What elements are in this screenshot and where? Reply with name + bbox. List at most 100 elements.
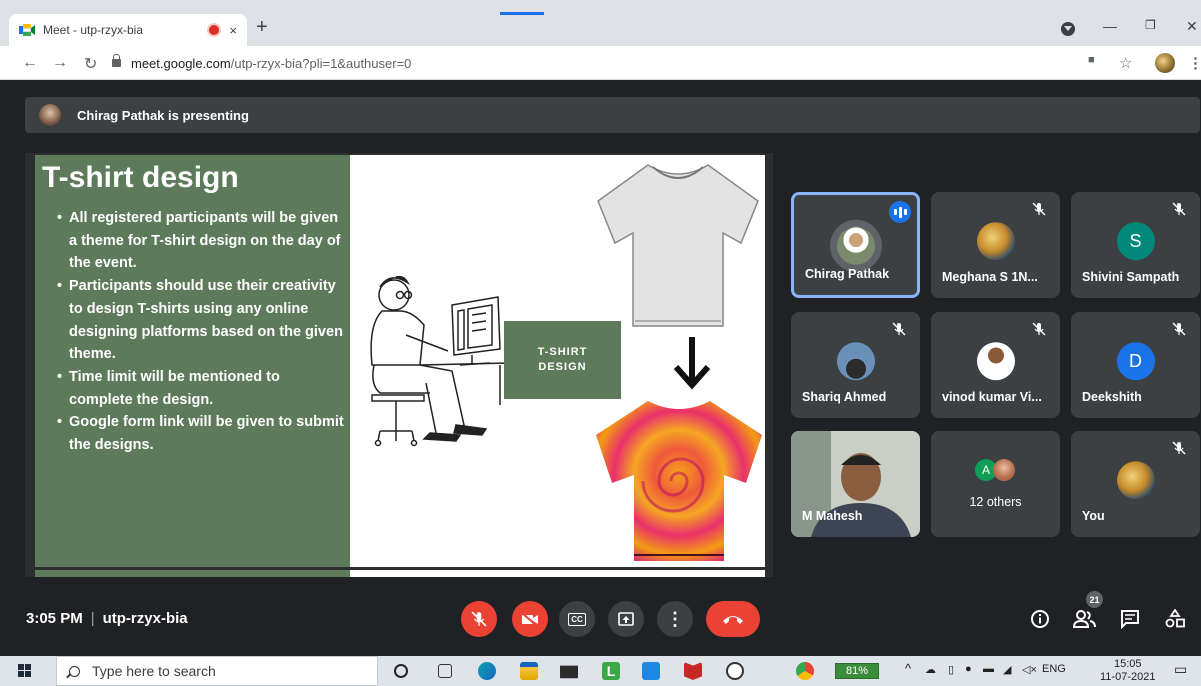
- windows-start-icon[interactable]: [18, 664, 32, 678]
- participant-name: Deekshith: [1082, 390, 1142, 404]
- self-tile[interactable]: You: [1071, 431, 1200, 537]
- slide-bullet: Google form link will be given to submit…: [57, 411, 347, 456]
- reload-icon[interactable]: ↻: [84, 54, 97, 74]
- tab-title: Meet - utp-rzyx-bia: [43, 23, 144, 37]
- tab-close-icon[interactable]: ×: [229, 23, 237, 38]
- download-icon[interactable]: [1061, 22, 1075, 36]
- tie-dye-tshirt-image: [596, 401, 762, 561]
- mic-tray-icon[interactable]: ●: [965, 663, 972, 675]
- browser-tab[interactable]: Meet - utp-rzyx-bia ×: [9, 14, 247, 46]
- self-avatar: [1116, 461, 1155, 500]
- url-domain: meet.google.com: [131, 55, 231, 71]
- loading-indicator: [500, 12, 544, 15]
- windows-taskbar: Type here to search L 81% ^ ☁ ▯ ● ▬ ◢ ◁×…: [0, 656, 1201, 686]
- activities-icon[interactable]: [1165, 609, 1185, 629]
- volume-icon[interactable]: ◁×: [1022, 663, 1037, 676]
- mic-muted-icon: [1172, 322, 1186, 336]
- more-options-button[interactable]: ⋮: [657, 601, 693, 637]
- url-path: /utp-rzyx-bia?pli=1&authuser=0: [230, 55, 412, 71]
- camera-icon[interactable]: ■: [1088, 54, 1095, 66]
- menu-dots-icon[interactable]: ⋮: [1188, 54, 1201, 72]
- leave-call-button[interactable]: [706, 601, 760, 637]
- wifi-icon[interactable]: ◢: [1003, 663, 1011, 676]
- camera-off-icon: [521, 612, 538, 627]
- participant-tile[interactable]: Shariq Ahmed: [791, 312, 920, 418]
- close-window-button[interactable]: ✕: [1186, 18, 1198, 35]
- present-now-button[interactable]: [608, 601, 644, 637]
- people-icon[interactable]: [1073, 609, 1097, 629]
- browser-tab-strip: Meet - utp-rzyx-bia × + — ❐ ✕: [0, 0, 1201, 46]
- box-label-line2: DESIGN: [538, 361, 587, 373]
- participant-avatar: [976, 222, 1015, 261]
- participant-initial-avatar: D: [1116, 342, 1155, 381]
- self-name: You: [1082, 509, 1105, 523]
- participant-tile[interactable]: Chirag Pathak: [791, 192, 920, 298]
- participant-initial-avatar: S: [1116, 222, 1155, 261]
- participant-name: vinod kumar Vi...: [942, 390, 1042, 404]
- bookmark-star-icon[interactable]: ☆: [1119, 54, 1132, 72]
- presenting-text: Chirag Pathak is presenting: [77, 107, 249, 123]
- meeting-info: 3:05 PM | utp-rzyx-bia: [26, 610, 188, 627]
- mail-icon[interactable]: [560, 665, 578, 679]
- new-tab-button[interactable]: +: [256, 16, 268, 39]
- battery-indicator[interactable]: 81%: [835, 663, 879, 679]
- tshirt-design-box: T-SHIRT DESIGN: [504, 321, 621, 399]
- battery-tray-icon[interactable]: ▬: [983, 663, 994, 675]
- others-tile[interactable]: A 12 others: [931, 431, 1060, 537]
- app-icon[interactable]: [726, 662, 744, 680]
- maximize-button[interactable]: ❐: [1145, 18, 1156, 32]
- search-placeholder: Type here to search: [92, 663, 216, 679]
- minimize-button[interactable]: —: [1103, 18, 1117, 34]
- outlook-icon[interactable]: [642, 662, 660, 680]
- slide-bullets: All registered participants will be give…: [57, 207, 347, 457]
- tray-app-icon[interactable]: ▯: [948, 663, 954, 676]
- language-indicator[interactable]: ENG: [1042, 663, 1066, 675]
- onedrive-icon[interactable]: ☁: [925, 663, 936, 676]
- taskbar-search-box[interactable]: Type here to search: [56, 656, 378, 686]
- more-vert-icon: ⋮: [666, 608, 684, 629]
- tray-expand-icon[interactable]: ^: [905, 661, 911, 676]
- notifications-icon[interactable]: ▭: [1174, 661, 1187, 678]
- clock-time: 15:05: [1113, 658, 1142, 670]
- profile-avatar[interactable]: [1155, 53, 1175, 73]
- participant-tile[interactable]: S Shivini Sampath: [1071, 192, 1200, 298]
- participant-avatar: [836, 342, 875, 381]
- presenting-banner: Chirag Pathak is presenting: [25, 97, 1200, 133]
- slide-bullet: Time limit will be mentioned to complete…: [57, 366, 347, 411]
- mic-muted-icon: [1032, 202, 1046, 216]
- participant-name: Shariq Ahmed: [802, 390, 887, 404]
- file-explorer-icon[interactable]: [520, 662, 538, 680]
- mic-muted-icon: [1172, 441, 1186, 455]
- chat-icon[interactable]: [1120, 609, 1140, 629]
- captions-icon: CC: [568, 612, 586, 626]
- lock-icon: [112, 54, 121, 67]
- mic-off-button[interactable]: [461, 601, 497, 637]
- app-l-icon[interactable]: L: [602, 662, 620, 680]
- cortana-icon[interactable]: [394, 664, 408, 678]
- box-label-line1: T-SHIRT: [537, 346, 588, 358]
- camera-off-button[interactable]: [512, 601, 548, 637]
- url-field[interactable]: meet.google.com/utp-rzyx-bia?pli=1&authu…: [112, 50, 1112, 76]
- chrome-icon[interactable]: [796, 662, 814, 680]
- slide-title: T-shirt design: [42, 161, 239, 194]
- next-slide-edge: [35, 570, 765, 577]
- mic-muted-icon: [892, 322, 906, 336]
- participant-tile[interactable]: Meghana S 1N...: [931, 192, 1060, 298]
- participant-tile[interactable]: D Deekshith: [1071, 312, 1200, 418]
- participant-name: Chirag Pathak: [805, 267, 890, 281]
- captions-button[interactable]: CC: [559, 601, 595, 637]
- task-view-icon[interactable]: [438, 664, 452, 678]
- participant-avatar: [829, 219, 882, 272]
- mcafee-icon[interactable]: [684, 662, 702, 680]
- present-icon: [618, 612, 634, 626]
- participant-avatar: [976, 342, 1015, 381]
- meeting-details-icon[interactable]: [1030, 609, 1050, 629]
- forward-icon[interactable]: →: [52, 54, 68, 72]
- back-icon[interactable]: ←: [22, 54, 38, 72]
- clock-date: 11-07-2021: [1100, 671, 1156, 683]
- mic-muted-icon: [1172, 202, 1186, 216]
- participant-video-tile[interactable]: M Mahesh: [791, 431, 920, 537]
- edge-icon[interactable]: [478, 662, 496, 680]
- taskbar-clock[interactable]: 15:05 11-07-2021: [1100, 658, 1155, 684]
- participant-tile[interactable]: vinod kumar Vi...: [931, 312, 1060, 418]
